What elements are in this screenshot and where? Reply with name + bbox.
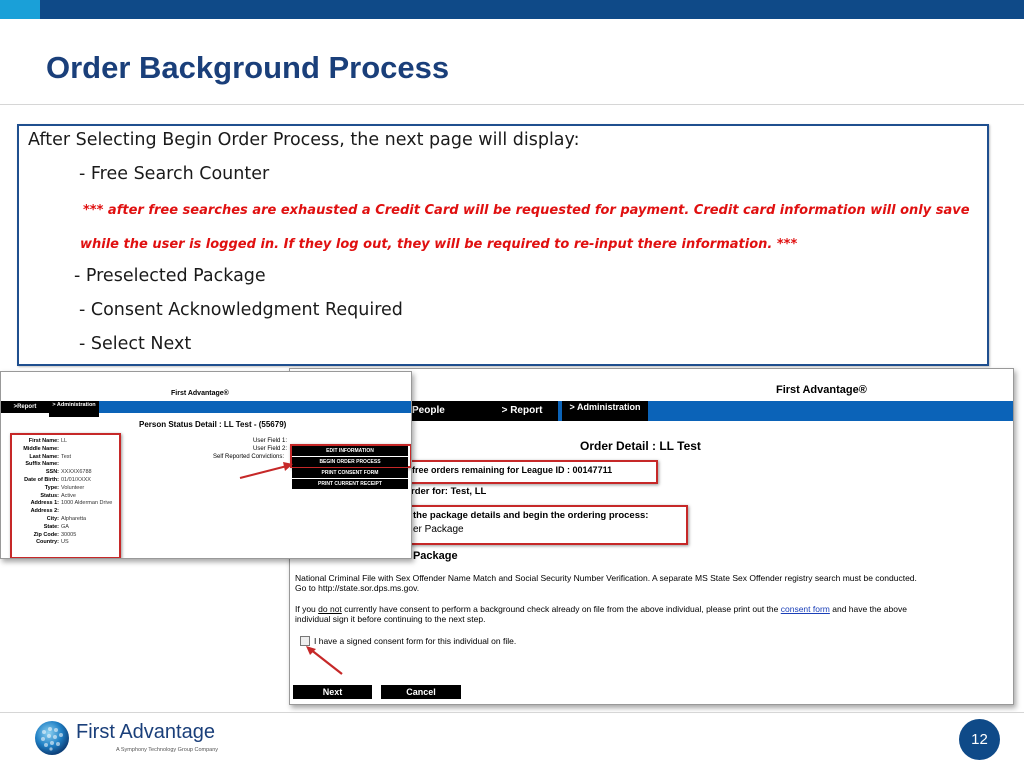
person-field-row: State: GA bbox=[11, 524, 116, 532]
shot1-tab-report[interactable]: >Report bbox=[1, 401, 49, 413]
person-field-label: Middle Name: bbox=[23, 445, 59, 452]
globe-logo-icon bbox=[35, 721, 69, 755]
person-field-value: 1000 Alderman Drive bbox=[61, 500, 113, 507]
item-preselected-package: - Preselected Package bbox=[74, 266, 266, 286]
person-field-row: Suffix Name: bbox=[11, 461, 116, 469]
shot2-heading: Order Detail : LL Test bbox=[580, 439, 701, 453]
person-field-label: State: bbox=[43, 523, 59, 530]
person-field-label: Last Name: bbox=[29, 453, 59, 460]
cancel-button[interactable]: Cancel bbox=[381, 685, 461, 699]
consent-text-do-not: do not bbox=[318, 604, 342, 614]
item-free-search-counter: - Free Search Counter bbox=[79, 164, 270, 184]
person-field-label: Status: bbox=[40, 492, 59, 499]
person-field-label: Zip Code: bbox=[33, 531, 59, 538]
top-bar bbox=[0, 0, 1024, 19]
slide-title: Order Background Process bbox=[46, 50, 450, 85]
user-field-2-label: User Field 2: bbox=[253, 446, 288, 452]
consent-instruction-line2: individual sign it before continuing to … bbox=[295, 614, 486, 624]
person-field-row: Type: Volunteer bbox=[11, 485, 116, 493]
person-field-row: Country: US bbox=[11, 539, 116, 547]
person-field-value: XXXXX6788 bbox=[61, 469, 92, 476]
intro-text: After Selecting Begin Order Process, the… bbox=[28, 130, 580, 150]
consent-text-mid: currently have consent to perform a back… bbox=[341, 604, 781, 614]
title-divider bbox=[0, 104, 1024, 105]
person-field-value: US bbox=[61, 539, 69, 546]
consent-text-post: and have the above bbox=[829, 604, 907, 614]
page-number: 12 bbox=[959, 719, 1000, 760]
item-consent-required: - Consent Acknowledgment Required bbox=[79, 300, 403, 320]
person-field-value: Test bbox=[61, 453, 72, 460]
free-orders-counter: free orders remaining for League ID : 00… bbox=[412, 465, 613, 475]
person-field-label: SSN: bbox=[45, 469, 59, 476]
person-field-value: LL bbox=[61, 438, 68, 444]
person-field-value: 30005 bbox=[61, 531, 77, 538]
credit-card-note-line2: while the user is logged in. If they log… bbox=[80, 237, 798, 252]
person-field-row: Address 1: 1000 Alderman Drive bbox=[11, 500, 116, 508]
consent-text-pre: If you bbox=[295, 604, 319, 614]
credit-card-note-line1: *** after free searches are exhausted a … bbox=[83, 203, 970, 218]
package-desc-line1: National Criminal File with Sex Offender… bbox=[295, 573, 917, 583]
person-field-row: Middle Name: bbox=[11, 446, 116, 454]
person-field-label: Date of Birth: bbox=[24, 477, 59, 483]
person-field-value: Alpharetta bbox=[61, 516, 87, 522]
person-field-row: Status: Active bbox=[11, 493, 116, 501]
red-arrow-begin-order bbox=[239, 462, 293, 479]
shot1-heading: Person Status Detail : LL Test - (55679) bbox=[139, 420, 287, 429]
person-field-label: Suffix Name: bbox=[25, 461, 59, 468]
begin-order-process-button[interactable]: BEGIN ORDER PROCESS bbox=[292, 457, 408, 467]
item-select-next: - Select Next bbox=[79, 334, 192, 354]
person-field-label: Country: bbox=[36, 539, 59, 546]
person-field-value: Volunteer bbox=[61, 484, 85, 491]
person-field-row: SSN: XXXXX6788 bbox=[11, 469, 116, 477]
shot2-tab-administration[interactable]: > Administration bbox=[562, 401, 648, 421]
next-button[interactable]: Next bbox=[293, 685, 372, 699]
person-field-row: Last Name: Test bbox=[11, 454, 116, 462]
package-name: er Package bbox=[413, 524, 464, 535]
order-for-text: rder for: Test, LL bbox=[411, 486, 487, 497]
person-field-label: Address 2: bbox=[30, 508, 59, 515]
shot2-tab-report[interactable]: > Report bbox=[486, 401, 558, 421]
person-status-screenshot: First Advantage® >Report > Administratio… bbox=[0, 371, 412, 559]
print-current-receipt-button[interactable]: PRINT CURRENT RECEIPT bbox=[292, 479, 408, 489]
person-field-row: Zip Code: 30005 bbox=[11, 532, 116, 540]
person-field-value: GA bbox=[61, 523, 69, 530]
person-field-row: First Name: LL bbox=[11, 438, 116, 446]
consent-form-link[interactable]: consent form bbox=[781, 604, 830, 614]
info-textbox: After Selecting Begin Order Process, the… bbox=[17, 124, 989, 366]
person-field-row: Date of Birth: 01/01/XXXX bbox=[11, 477, 116, 485]
person-field-label: Address 1: bbox=[30, 500, 59, 507]
red-arrow-checkbox bbox=[306, 646, 343, 675]
logo-tagline: A Symphony Technology Group Company bbox=[116, 747, 219, 753]
shot2-tab-people[interactable]: People bbox=[408, 401, 490, 421]
person-field-value: Active bbox=[61, 492, 76, 499]
shot2-brand: First Advantage® bbox=[776, 384, 867, 396]
footer-logo: First Advantage A Symphony Technology Gr… bbox=[34, 719, 218, 757]
logo-wordmark: First Advantage bbox=[76, 721, 215, 743]
shot1-brand: First Advantage® bbox=[171, 390, 229, 397]
package-prompt: the package details and begin the orderi… bbox=[413, 510, 649, 521]
person-field-label: Type: bbox=[44, 484, 59, 491]
person-field-row: Address 2: bbox=[11, 508, 116, 516]
top-bar-accent bbox=[0, 0, 40, 19]
shot1-tab-administration[interactable]: > Administration bbox=[49, 401, 99, 417]
consent-instruction-line1: If you do not currently have consent to … bbox=[295, 604, 907, 614]
package-desc-line2: Go to http://state.sor.dps.ms.gov. bbox=[295, 583, 420, 593]
person-field-row: City: Alpharetta bbox=[11, 516, 116, 524]
edit-information-button[interactable]: EDIT INFORMATION bbox=[292, 446, 408, 456]
footer-divider bbox=[0, 712, 1024, 713]
person-field-label: First Name: bbox=[28, 438, 59, 444]
print-consent-form-button[interactable]: PRINT CONSENT FORM bbox=[292, 468, 408, 478]
person-field-value: 01/01/XXXX bbox=[61, 477, 91, 483]
person-field-label: City: bbox=[46, 516, 59, 522]
user-field-1-label: User Field 1: bbox=[253, 438, 288, 444]
